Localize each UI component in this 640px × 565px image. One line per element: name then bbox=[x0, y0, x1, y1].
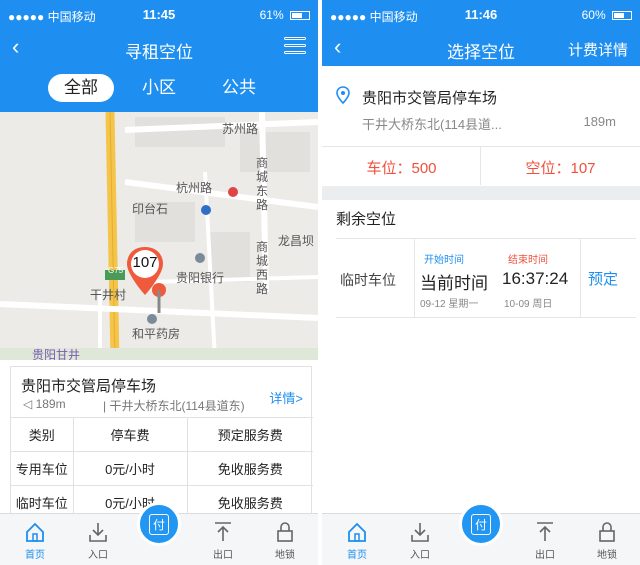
slot-row: 临时车位 开始时间 当前时间 09-12 星期一 结束时间 16:37:24 1… bbox=[336, 238, 636, 318]
tab-home[interactable]: 首页 bbox=[10, 518, 60, 561]
tab-entry[interactable]: 入口 bbox=[395, 518, 445, 561]
status-bar: ●●●●● 中国移动 11:45 61% bbox=[0, 0, 318, 30]
map-label-shangcheng-west-road: 商城西路 bbox=[256, 240, 269, 296]
map-label-pharmacy: 和平药房 bbox=[132, 327, 181, 341]
start-time-value[interactable]: 当前时间 bbox=[420, 269, 488, 294]
header-fee: 停车费 bbox=[73, 417, 188, 452]
capacity-row: 车位：500 空位：107 bbox=[322, 146, 640, 185]
map-label-shangcheng-east-road: 商城东路 bbox=[256, 156, 269, 212]
lot-distance: 189m bbox=[583, 114, 616, 129]
tab-lock-label: 地锁 bbox=[597, 550, 617, 561]
map-view[interactable]: 苏州路 杭州路 商城东路 商城西路 印台石 龙昌坝 贵阳银行 干井村 和平药房 … bbox=[0, 112, 318, 360]
table-row: 专用车位 0元/小时 免收服务费 bbox=[11, 451, 313, 486]
tab-bar: 首页 入口 付 出口 地锁 bbox=[322, 502, 640, 565]
table-header-row: 类别 停车费 预定服务费 bbox=[11, 417, 313, 452]
tab-home-label: 首页 bbox=[347, 550, 367, 561]
battery-percent: 61% bbox=[259, 8, 284, 22]
header-category: 类别 bbox=[11, 417, 74, 452]
start-date: 09-12 星期一 bbox=[420, 299, 479, 310]
cell-fee: 0元/小时 bbox=[73, 451, 188, 486]
tab-exit-label: 出口 bbox=[535, 550, 555, 561]
details-link[interactable]: 详情> bbox=[269, 388, 303, 407]
tab-lock[interactable]: 地锁 bbox=[260, 518, 310, 561]
section-title: 剩余空位 bbox=[336, 211, 397, 228]
tab-entry-label: 入口 bbox=[410, 550, 430, 561]
end-date: 10-09 周日 bbox=[504, 299, 553, 310]
end-time-value[interactable]: 16:37:24 bbox=[502, 269, 568, 289]
map-label-hangzhou-road: 杭州路 bbox=[176, 181, 213, 195]
start-time-label: 开始时间 bbox=[424, 255, 464, 266]
book-button[interactable]: 预定 bbox=[588, 268, 618, 289]
lot-name: 贵阳市交管局停车场 bbox=[362, 90, 498, 107]
tab-entry[interactable]: 入口 bbox=[73, 518, 123, 561]
map-label-village: 干井村 bbox=[90, 288, 127, 302]
home-icon bbox=[10, 518, 60, 546]
battery-percent: 60% bbox=[581, 8, 606, 22]
tab-home[interactable]: 首页 bbox=[332, 518, 382, 561]
pay-icon: 付 bbox=[148, 513, 169, 535]
left-screen: ●●●●● 中国移动 11:45 61% ‹ 寻租空位 全部 小区 公共 苏州路… bbox=[0, 0, 318, 565]
filter-segments: 全部 小区 公共 bbox=[0, 66, 318, 112]
location-pin-icon bbox=[336, 86, 350, 109]
tab-exit-label: 出口 bbox=[213, 550, 233, 561]
highway-shield: G75 bbox=[108, 266, 124, 275]
end-time-label: 结束时间 bbox=[508, 255, 548, 266]
tab-entry-label: 入口 bbox=[88, 550, 108, 561]
marker-count: 107 bbox=[132, 254, 158, 271]
status-bar: ●●●●● 中国移动 11:46 60% bbox=[322, 0, 640, 30]
upload-icon bbox=[520, 518, 570, 546]
lock-icon bbox=[582, 518, 632, 546]
cell-service-fee: 免收服务费 bbox=[187, 451, 313, 486]
pay-button[interactable]: 付 bbox=[137, 502, 181, 546]
cell-category: 专用车位 bbox=[11, 451, 74, 486]
segment-all[interactable]: 全部 bbox=[48, 74, 114, 102]
pay-button[interactable]: 付 bbox=[459, 502, 503, 546]
slot-type: 临时车位 bbox=[340, 272, 396, 288]
map-roads bbox=[0, 112, 318, 360]
map-label-longchangba: 龙昌坝 bbox=[278, 234, 315, 248]
upload-icon bbox=[198, 518, 248, 546]
battery-icon bbox=[612, 11, 632, 20]
map-label-bottom: 贵阳甘井 bbox=[32, 348, 81, 360]
total-spaces: 车位：500 bbox=[366, 160, 437, 177]
free-spaces: 空位：107 bbox=[525, 160, 596, 177]
right-screen: ●●●●● 中国移动 11:46 60% ‹ 选择空位 计费详情 贵阳市交管局停… bbox=[322, 0, 640, 565]
segment-community[interactable]: 小区 bbox=[126, 74, 192, 102]
tab-lock[interactable]: 地锁 bbox=[582, 518, 632, 561]
tab-bar: 首页 入口 付 出口 地锁 bbox=[0, 502, 318, 565]
map-label-suzhou-road: 苏州路 bbox=[222, 122, 259, 136]
battery-indicator: 61% bbox=[260, 8, 310, 22]
lot-name: 贵阳市交管局停车场 bbox=[21, 378, 157, 395]
parking-info-card: 贵阳市交管局停车场 详情> ◁ 189m | 干井大桥东北(114县道东) 类别… bbox=[10, 366, 313, 520]
fee-details-link[interactable]: 计费详情 bbox=[568, 39, 628, 60]
segment-public[interactable]: 公共 bbox=[206, 74, 272, 102]
lot-address: 干井大桥东北(114县道... bbox=[362, 117, 502, 132]
header-service-fee: 预定服务费 bbox=[187, 417, 313, 452]
download-icon bbox=[73, 518, 123, 546]
pay-icon: 付 bbox=[470, 513, 491, 535]
tab-lock-label: 地锁 bbox=[275, 550, 295, 561]
battery-indicator: 60% bbox=[582, 8, 632, 22]
lot-summary: 贵阳市交管局停车场 干井大桥东北(114县道... 189m 车位：500 空位… bbox=[322, 66, 640, 186]
download-icon bbox=[395, 518, 445, 546]
tab-exit[interactable]: 出口 bbox=[198, 518, 248, 561]
lot-address: | 干井大桥东北(114县道东) bbox=[103, 399, 245, 413]
list-menu-icon[interactable] bbox=[284, 37, 306, 58]
tab-home-label: 首页 bbox=[25, 550, 45, 561]
page-title: 寻租空位 bbox=[125, 43, 193, 62]
nav-bar: ‹ 寻租空位 bbox=[0, 30, 318, 66]
lock-icon bbox=[260, 518, 310, 546]
battery-icon bbox=[290, 11, 310, 20]
map-label-bank: 贵阳银行 bbox=[176, 271, 225, 285]
lot-distance: ◁ 189m bbox=[23, 397, 66, 411]
home-icon bbox=[332, 518, 382, 546]
nav-bar: ‹ 选择空位 计费详情 bbox=[322, 30, 640, 66]
tab-exit[interactable]: 出口 bbox=[520, 518, 570, 561]
section-divider bbox=[322, 186, 640, 200]
parking-marker[interactable]: 107 bbox=[125, 245, 175, 320]
map-label-yintaishi: 印台石 bbox=[132, 202, 169, 216]
